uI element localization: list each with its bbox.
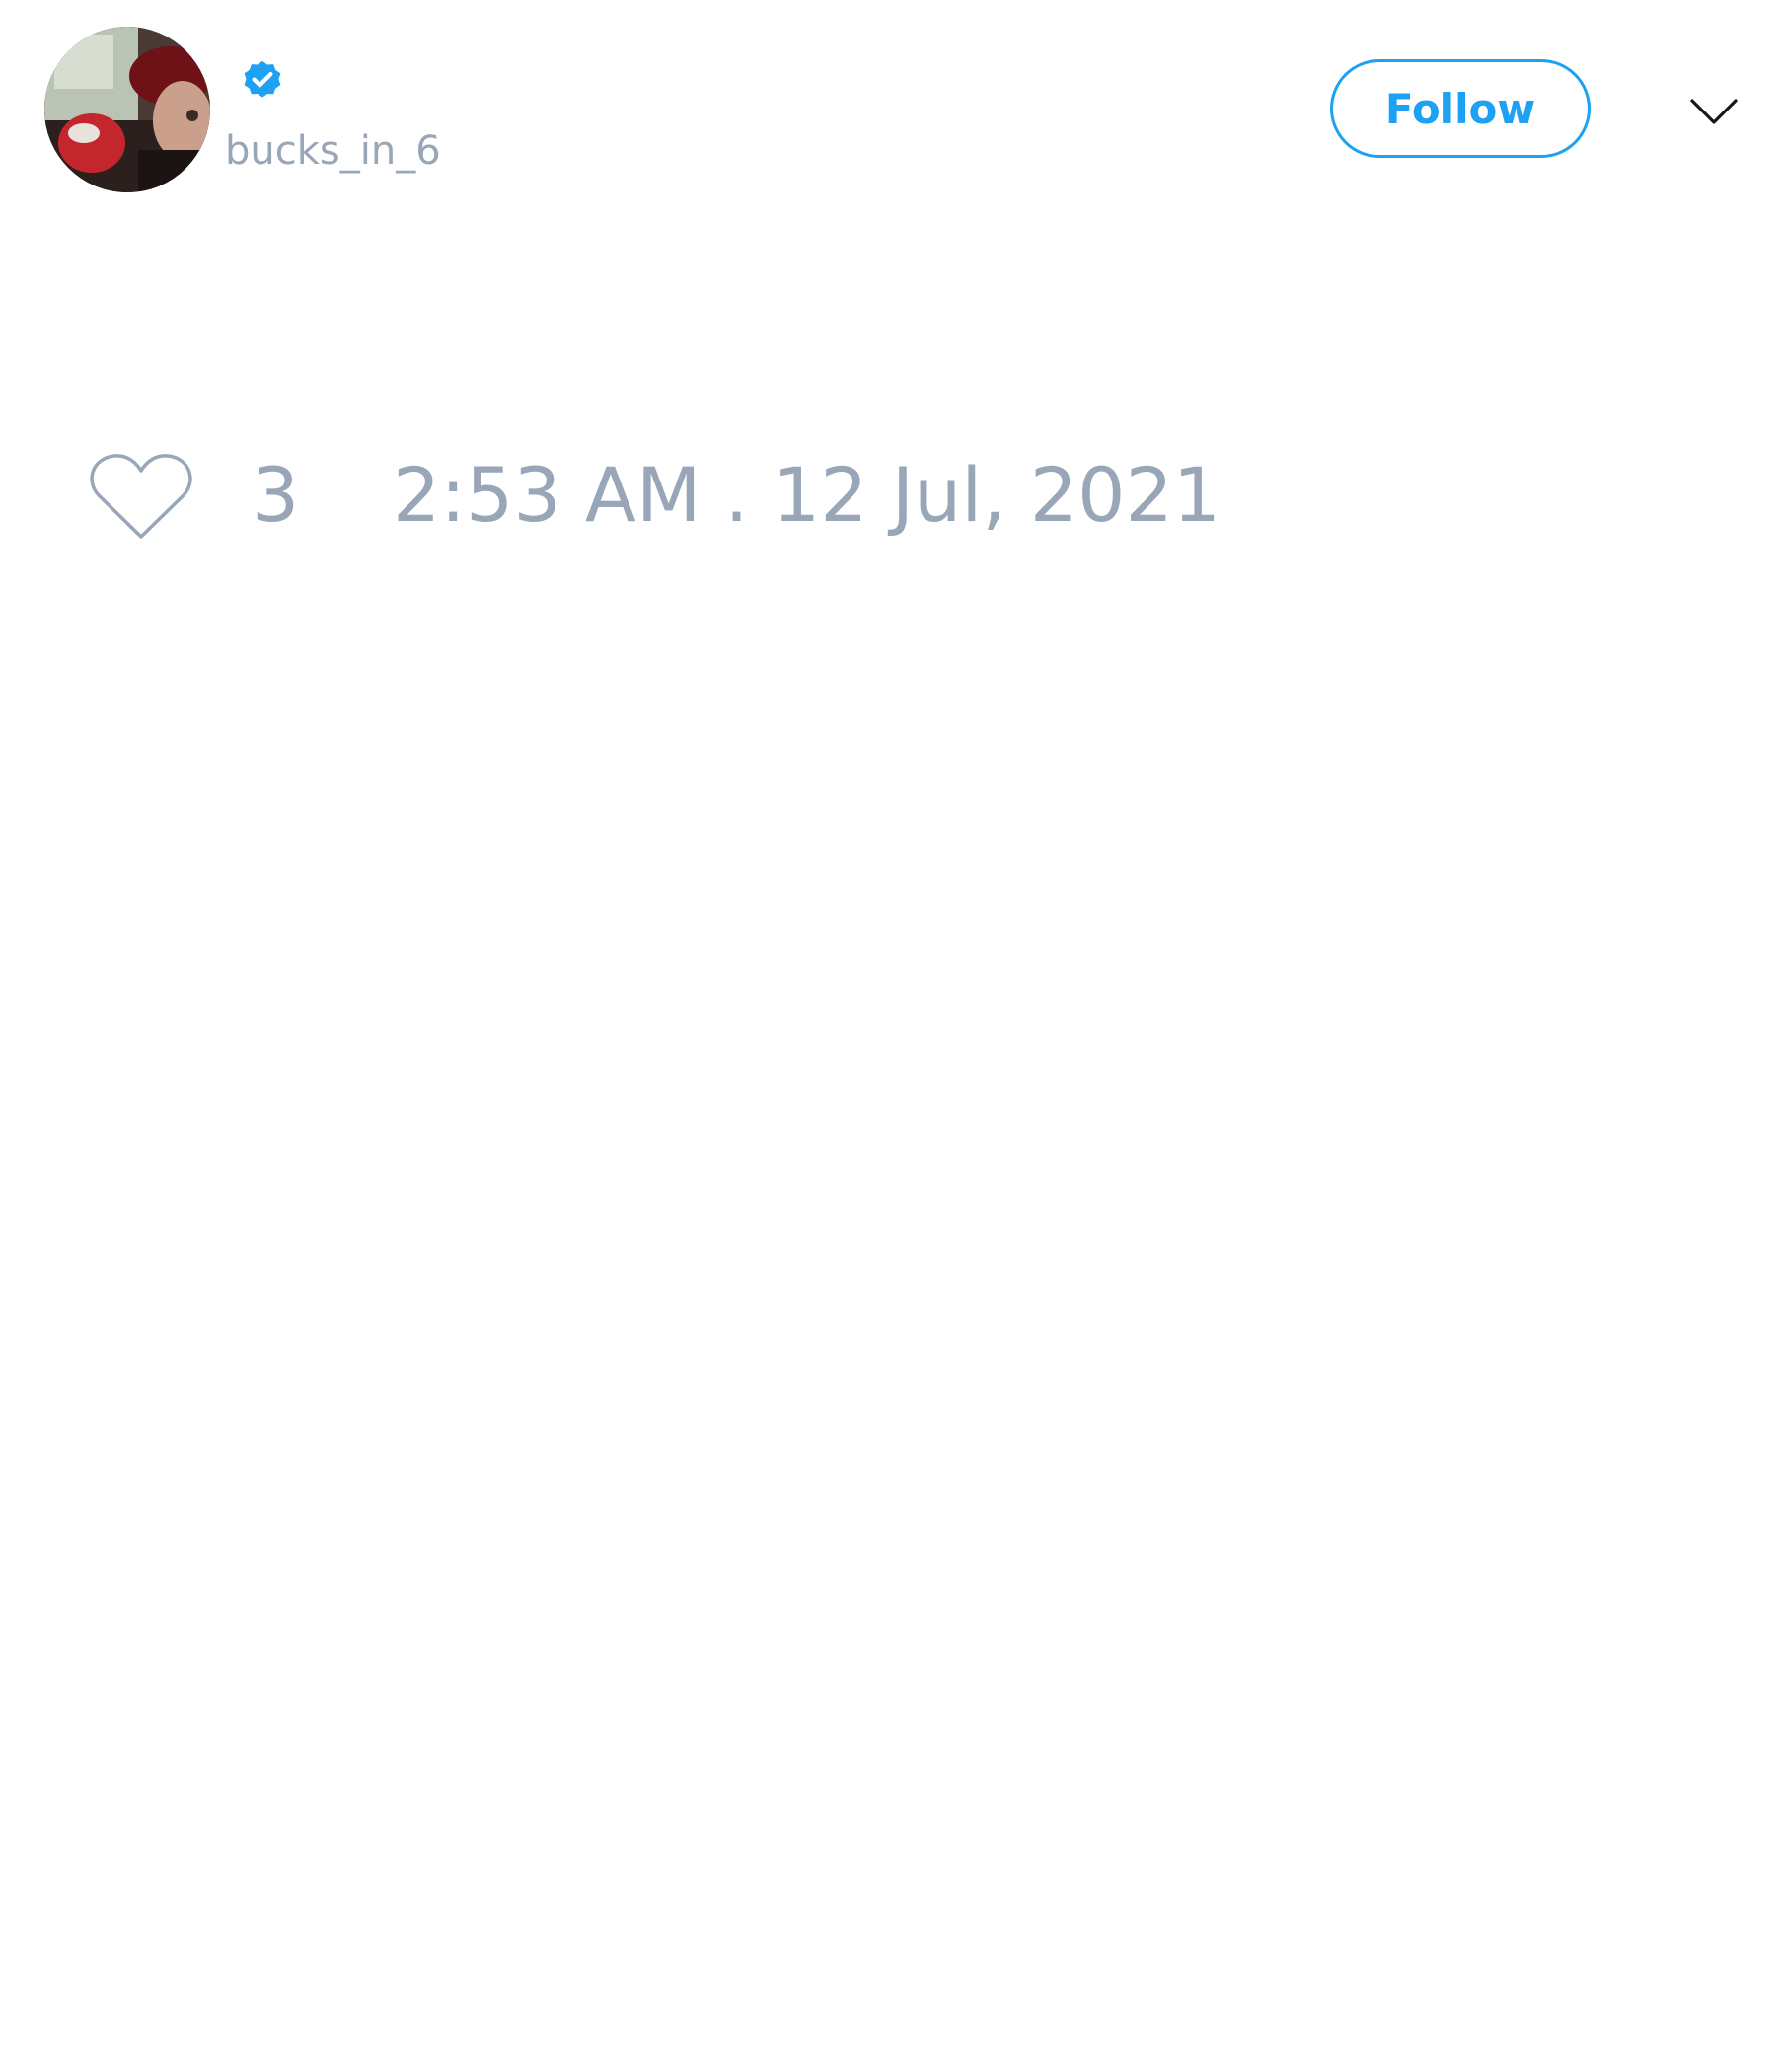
like-count: 3 [252,451,300,539]
follow-button[interactable]: Follow [1330,59,1591,158]
author-avatar[interactable] [44,27,210,192]
author-handle[interactable]: bucks_in_6 [225,126,441,176]
verified-badge-icon [244,60,281,98]
avatar-photo [44,27,210,192]
chevron-down-icon[interactable] [1689,87,1739,136]
tweet-actions: 3 2:53 AM . 12 Jul, 2021 [0,434,1776,562]
tweet-timestamp[interactable]: 2:53 AM . 12 Jul, 2021 [393,451,1221,540]
heart-outline-icon[interactable] [87,446,195,545]
tweet-header: bucks_in_6 Follow [0,0,1776,217]
